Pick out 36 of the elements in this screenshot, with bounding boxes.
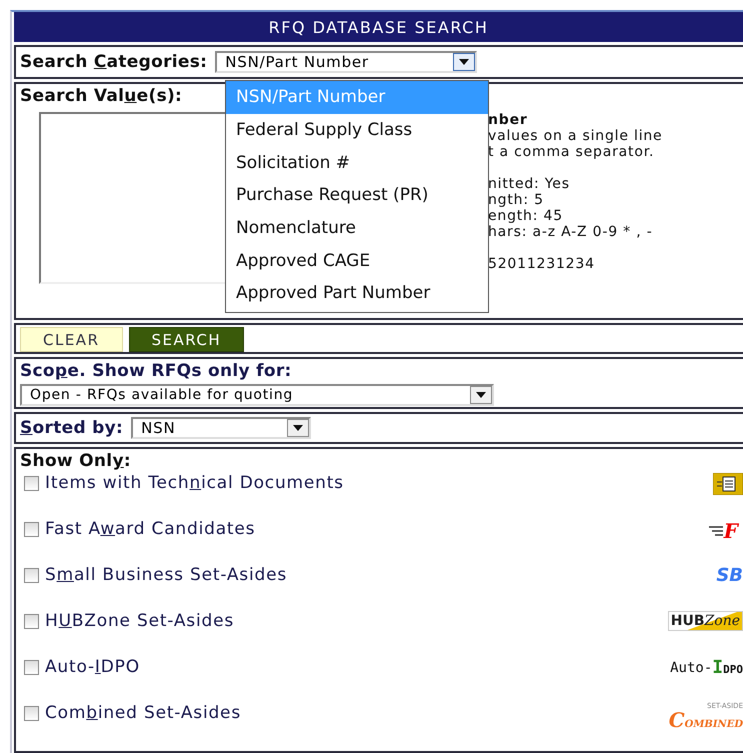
page-title-bar: RFQ DATABASE SEARCH xyxy=(14,12,743,42)
checkbox[interactable] xyxy=(24,706,39,720)
help-example: 52011231234 xyxy=(488,256,596,272)
help-title: nber xyxy=(488,112,529,128)
checkbox[interactable] xyxy=(24,522,39,536)
fast-award-logo: F xyxy=(708,519,743,543)
help-rule: ngth: 5 xyxy=(488,192,545,208)
scope-label: Scope. Show RFQs only for: xyxy=(20,361,292,381)
checkbox[interactable] xyxy=(24,614,39,628)
option-label: Small Business Set-Asides xyxy=(45,565,287,585)
help-rule: hars: a-z A-Z 0-9 * , - xyxy=(488,224,654,240)
option-label: Auto-I DPO xyxy=(45,657,140,677)
hubzone-logo: HUBZone xyxy=(668,611,743,631)
option-label: Items with Tech n ical Documents xyxy=(45,473,344,493)
clear-button[interactable]: CLEAR xyxy=(20,327,122,352)
scope-select[interactable]: Open - RFQs available for quoting xyxy=(20,384,494,406)
search-category-select[interactable]: NSN/Part Number xyxy=(215,51,478,74)
help-text: t a comma separator. xyxy=(488,144,656,160)
search-categories-label: Search Categories: xyxy=(20,52,208,72)
auto-idpo-logo: Auto-IDPO xyxy=(670,657,743,678)
option-label: H U BZone Set-Asides xyxy=(45,611,234,631)
option-label: Com bined Set-Asides xyxy=(45,703,241,723)
help-rule: nitted: Yes xyxy=(488,176,571,192)
show-only-label: Show Only: xyxy=(20,451,131,471)
small-business-logo: SB xyxy=(716,565,743,586)
sorted-by-label: Sorted by: xyxy=(20,418,124,438)
checkbox[interactable] xyxy=(24,476,39,490)
help-text: values on a single line xyxy=(488,128,662,144)
checkbox[interactable] xyxy=(24,660,39,674)
help-rule: ength: 45 xyxy=(488,208,564,224)
documents-icon xyxy=(713,473,743,495)
search-button[interactable]: SEARCH xyxy=(128,327,244,352)
checkbox[interactable] xyxy=(24,568,39,582)
option-label: Fast Award Candidates xyxy=(45,519,256,539)
sort-select[interactable]: NSN xyxy=(131,417,312,439)
search-values-label: Search Value(s): xyxy=(20,86,182,106)
